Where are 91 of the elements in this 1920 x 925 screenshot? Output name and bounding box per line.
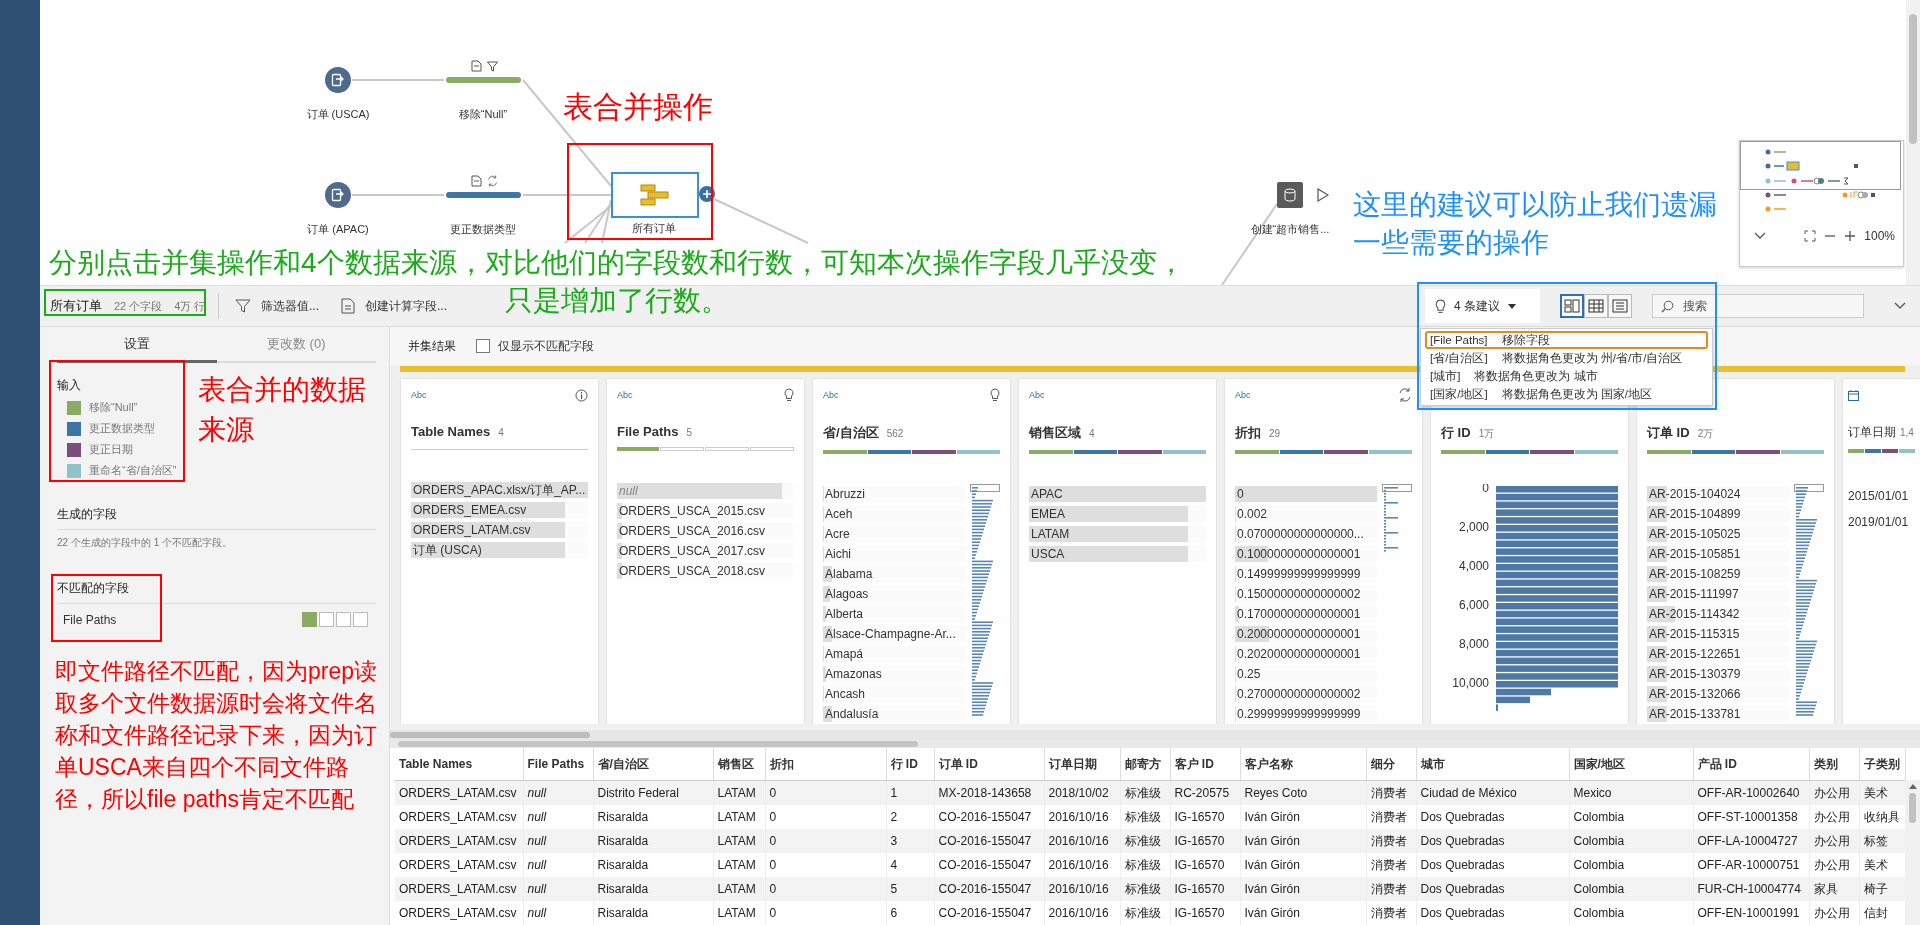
- table-cell: Reyes Coto: [1240, 780, 1366, 805]
- field-count: 22 个字段: [114, 299, 163, 314]
- distinct-count: 2万: [1697, 427, 1714, 441]
- table-cell: IG-16570: [1170, 877, 1240, 901]
- table-cell: CO-2016-155047: [934, 829, 1044, 853]
- table-cell: IG-16570: [1170, 901, 1240, 925]
- table-cell: LATAM: [713, 901, 765, 925]
- results-title: 并集结果: [408, 337, 456, 355]
- distinct-count: 4: [498, 427, 504, 438]
- table-cell: OFF-EN-10001991: [1693, 901, 1809, 925]
- table-cell: Iván Girón: [1240, 877, 1366, 901]
- table-cell: 消费者: [1366, 829, 1416, 853]
- data-type-label: Abc: [617, 390, 633, 400]
- row-count: 4万 行: [174, 299, 206, 314]
- table-cell: 标准级: [1120, 829, 1170, 853]
- table-cell: OFF-AR-10002640: [1693, 780, 1809, 805]
- data-type-label: Abc: [823, 390, 839, 400]
- annotation-text: 即文件路径不匹配，因为prep读取多个文件数据源时会将文件名称和文件路径记录下来，因为订单USCA来自四个不同文件路径，所以file paths肯定不匹配: [55, 657, 379, 814]
- distinct-count: 5: [686, 427, 692, 438]
- table-cell: Iván Girón: [1240, 829, 1366, 853]
- table-cell: ORDERS_LATAM.csv: [395, 780, 523, 805]
- table-cell: 消费者: [1366, 877, 1416, 901]
- table-cell: Dos Quebradas: [1416, 901, 1569, 925]
- section-title: 生成的字段: [57, 506, 117, 523]
- table-cell: LATAM: [713, 829, 765, 853]
- distinct-count: 4: [1089, 428, 1095, 439]
- section-title: 不匹配的字段: [57, 580, 129, 597]
- table-cell: 2016/10/16: [1044, 877, 1120, 901]
- axis-tick-label: 10,000: [1452, 676, 1489, 691]
- axis-tick-label: 6,000: [1458, 598, 1489, 613]
- section-title: 输入: [57, 377, 81, 394]
- table-cell: CO-2016-155047: [934, 877, 1044, 901]
- table-cell: Colombia: [1569, 901, 1693, 925]
- table-cell: 消费者: [1366, 901, 1416, 925]
- table-cell: Ciudad de México: [1416, 780, 1569, 805]
- table-cell: ORDERS_LATAM.csv: [395, 829, 523, 853]
- table-cell: 办公用: [1809, 829, 1859, 853]
- distinct-count: 1万: [1478, 427, 1495, 441]
- table-cell: 0: [765, 829, 886, 853]
- table-cell: 0: [765, 901, 886, 925]
- table-cell: Mexico: [1569, 780, 1693, 805]
- table-cell: ORDERS_LATAM.csv: [395, 877, 523, 901]
- table-cell: 3: [886, 829, 934, 853]
- annotation-text: 表合并的数据来源: [198, 373, 367, 447]
- table-cell: 标签: [1859, 829, 1905, 853]
- table-cell: 椅子: [1859, 877, 1905, 901]
- data-type-label: Abc: [1235, 390, 1251, 400]
- data-type-label: Abc: [411, 390, 427, 400]
- table-cell: Risaralda: [593, 901, 713, 925]
- table-cell: Risaralda: [593, 829, 713, 853]
- table-cell: Dos Quebradas: [1416, 829, 1569, 853]
- distinct-count: 562: [886, 428, 904, 439]
- table-cell: OFF-LA-10004727: [1693, 829, 1809, 853]
- axis-tick-label: 0: [1482, 484, 1489, 496]
- table-cell: 6: [886, 901, 934, 925]
- table-cell: 5: [886, 877, 934, 901]
- table-cell: MX-2018-143658: [934, 780, 1044, 805]
- table-cell: FUR-CH-10004774: [1693, 877, 1809, 901]
- table-cell: Colombia: [1569, 829, 1693, 853]
- table-cell: 办公用: [1809, 901, 1859, 925]
- zoom-level: 100%: [1864, 229, 1895, 243]
- axis-tick-label: 2,000: [1458, 520, 1489, 535]
- distinct-count: 29: [1269, 428, 1281, 439]
- table-cell: Colombia: [1569, 877, 1693, 901]
- axis-tick-label: 8,000: [1458, 637, 1489, 652]
- annotation-text: 分别点击并集操作和4个数据来源，对比他们的字段数和行数，可知本次操作字段几乎没变，: [49, 246, 1185, 280]
- table-cell: 标准级: [1120, 877, 1170, 901]
- table-cell: Distrito Federal: [593, 780, 713, 805]
- data-type-label: Abc: [1029, 390, 1045, 400]
- table-cell: 2016/10/16: [1044, 829, 1120, 853]
- table-cell: 家具: [1809, 877, 1859, 901]
- annotation-text: 只是增加了行数。: [505, 284, 729, 318]
- table-cell: 标准级: [1120, 901, 1170, 925]
- table-cell: ORDERS_LATAM.csv: [395, 901, 523, 925]
- section-note: 22 个生成的字段中的 1 个不匹配字段。: [57, 536, 234, 550]
- table-cell: Risaralda: [593, 877, 713, 901]
- table-cell: 0: [765, 877, 886, 901]
- distinct-count: 1,4: [1900, 427, 1914, 438]
- table-cell: IG-16570: [1170, 829, 1240, 853]
- table-cell: null: [523, 877, 593, 901]
- annotation-text: 表合并操作: [563, 89, 714, 125]
- table-cell: LATAM: [713, 877, 765, 901]
- table-cell: 0: [765, 780, 886, 805]
- table-cell: Dos Quebradas: [1416, 877, 1569, 901]
- table-cell: CO-2016-155047: [934, 901, 1044, 925]
- table-cell: null: [523, 829, 593, 853]
- table-cell: null: [523, 901, 593, 925]
- table-cell: Iván Girón: [1240, 901, 1366, 925]
- annotation-text: 这里的建议可以防止我们遗漏一些需要的操作: [1353, 188, 1718, 260]
- table-cell: 2016/10/16: [1044, 901, 1120, 925]
- axis-tick-label: 4,000: [1458, 559, 1489, 574]
